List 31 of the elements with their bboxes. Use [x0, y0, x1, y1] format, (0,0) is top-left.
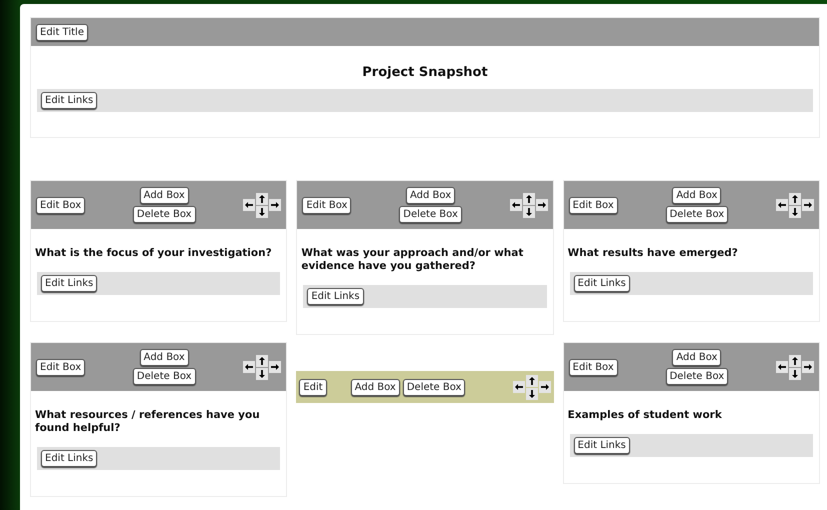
edit-box-button[interactable]: Edit Box [568, 196, 618, 214]
edit-box-button[interactable]: Edit Box [36, 358, 86, 376]
delete-box-button[interactable]: Delete Box [132, 206, 196, 223]
add-box-button[interactable]: Add Box [672, 187, 722, 204]
project-title: Project Snapshot [361, 65, 489, 80]
edit-box-button[interactable]: Edit Box [302, 196, 352, 214]
edit-links-button[interactable]: Edit Links [41, 92, 98, 109]
edit-links-button[interactable]: Edit Links [574, 437, 630, 454]
delete-box-button[interactable]: Delete Box [666, 368, 728, 385]
add-box-button[interactable]: Add Box [672, 349, 722, 366]
box-question: What resources / references have you found helpful? [35, 409, 261, 435]
edit-links-button[interactable]: Edit Links [574, 275, 630, 292]
box-question: What was your approach and/or what evidence have you gathered? [301, 247, 524, 273]
edit-box-button[interactable]: Edit Box [568, 358, 618, 376]
edit-links-button[interactable]: Edit Links [41, 450, 98, 467]
box-question: What is the focus of your investigation? [35, 247, 273, 260]
box-question: What results have emerged? [568, 247, 739, 260]
add-box-button[interactable]: Add Box [140, 187, 189, 204]
edit-title-button[interactable]: Edit Title [36, 24, 88, 40]
edit-links-button[interactable]: Edit Links [41, 275, 98, 292]
delete-box-button[interactable]: Delete Box [399, 206, 462, 223]
delete-box-button[interactable]: Delete Box [666, 206, 728, 223]
edit-box-button[interactable]: Edit Box [36, 196, 86, 214]
edit-button[interactable]: Edit [299, 378, 327, 396]
add-box-button[interactable]: Add Box [406, 187, 456, 204]
add-box-button[interactable]: Add Box [140, 349, 189, 366]
box-question: Examples of student work [568, 409, 723, 422]
add-box-button[interactable]: Add Box [350, 378, 400, 396]
delete-box-button[interactable]: Delete Box [402, 378, 466, 396]
edit-links-button[interactable]: Edit Links [307, 288, 364, 305]
delete-box-button[interactable]: Delete Box [132, 368, 196, 385]
